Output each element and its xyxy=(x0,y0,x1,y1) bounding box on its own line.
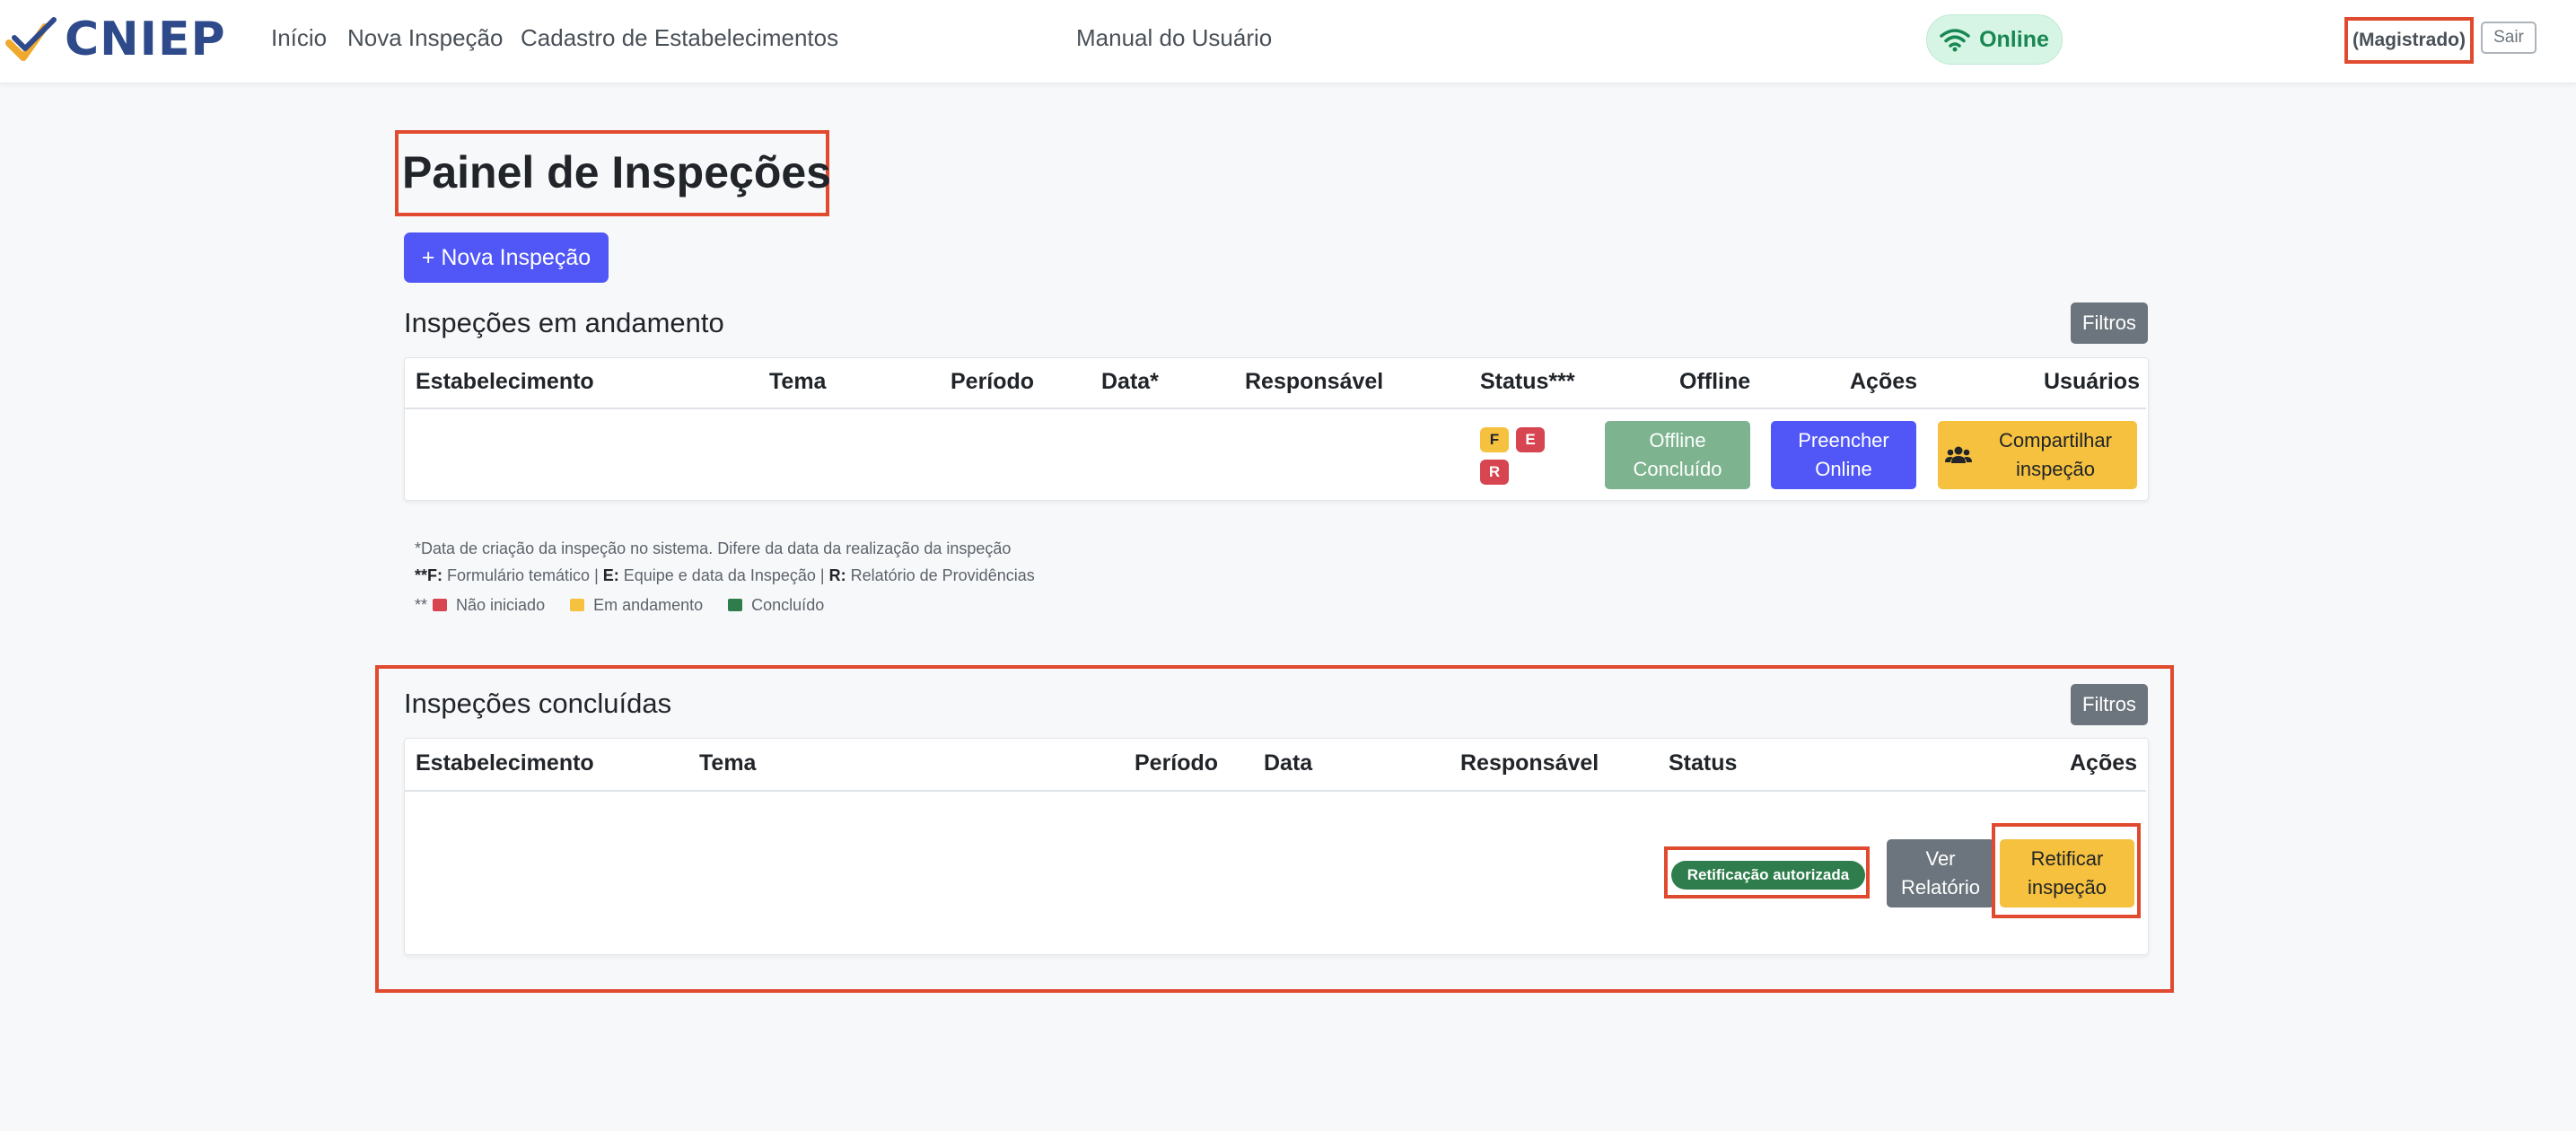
note-text-e: Equipe e data da Inspeção | xyxy=(618,566,829,584)
completed-header-status: Status xyxy=(1669,750,1738,776)
ongoing-section-title: Inspeções em andamento xyxy=(404,307,724,338)
completed-header-estabelecimento: Estabelecimento xyxy=(416,750,594,776)
ongoing-filter-button[interactable]: Filtros xyxy=(2071,302,2148,344)
top-navbar: CNIEP Início Nova Inspeção Cadastro de E… xyxy=(0,0,2576,83)
ongoing-header-estabelecimento: Estabelecimento xyxy=(416,369,594,394)
completed-header-tema: Tema xyxy=(699,750,757,776)
wifi-icon xyxy=(1940,29,1970,52)
completed-header-divider xyxy=(405,790,2146,792)
new-inspection-button[interactable]: + Nova Inspeção xyxy=(404,232,609,283)
ongoing-header-responsavel: Responsável xyxy=(1245,369,1384,394)
view-report-button[interactable]: Ver Relatório xyxy=(1887,839,1994,907)
note-key-f: F: xyxy=(427,566,443,584)
nav-link-cadastro-estabelecimentos[interactable]: Cadastro de Estabelecimentos xyxy=(521,22,838,54)
completed-header-data: Data xyxy=(1264,750,1313,776)
completed-section-title: Inspeções concluídas xyxy=(404,688,672,719)
legend-completed: Concluído xyxy=(751,596,825,614)
ongoing-header-periodo: Período xyxy=(951,369,1035,394)
logout-button[interactable]: Sair xyxy=(2481,22,2537,54)
legend-not-started: Não iniciado xyxy=(456,596,546,614)
status-badge-e: E xyxy=(1516,427,1545,452)
note-text-r: Relatório de Providências xyxy=(846,566,1035,584)
ongoing-header-tema: Tema xyxy=(769,369,827,394)
share-inspection-button[interactable]: Compartilhar inspeção xyxy=(1938,421,2137,489)
rectify-inspection-button[interactable]: Retificar inspeção xyxy=(2000,839,2134,907)
completed-filter-button[interactable]: Filtros xyxy=(2071,684,2148,725)
completed-header-acoes: Ações xyxy=(2070,750,2138,776)
users-icon xyxy=(1945,446,1972,463)
share-inspection-label: Compartilhar inspeção xyxy=(1999,429,2112,480)
note-text-f: Formulário temático | xyxy=(442,566,603,584)
offline-completed-button[interactable]: Offline Concluído xyxy=(1605,421,1750,489)
note-color-legend: ** Não iniciado Em andamento Concluído xyxy=(415,594,824,616)
note-status-keys: **F: Formulário temático | E: Equipe e d… xyxy=(415,565,1035,586)
user-role-label: (Magistrado) xyxy=(2344,17,2474,64)
fill-online-button[interactable]: Preencher Online xyxy=(1771,421,1916,489)
ongoing-header-acoes: Ações xyxy=(1850,369,1918,394)
rectification-authorized-badge: Retificação autorizada xyxy=(1671,861,1865,890)
connection-status-label: Online xyxy=(1979,26,2049,52)
nav-link-inicio[interactable]: Início xyxy=(271,22,327,54)
legend-swatch-red xyxy=(433,599,448,611)
completed-header-periodo: Período xyxy=(1135,750,1219,776)
legend-swatch-yellow xyxy=(570,599,585,611)
ongoing-header-divider xyxy=(405,408,2146,409)
ongoing-header-offline: Offline xyxy=(1679,369,1751,394)
brand-logo[interactable]: CNIEP xyxy=(5,13,226,66)
status-badge-f: F xyxy=(1480,427,1509,452)
status-badge-r: R xyxy=(1480,460,1509,485)
note-keys-prefix: ** xyxy=(415,566,428,584)
legend-prefix: ** xyxy=(415,596,428,614)
legend-in-progress: Em andamento xyxy=(593,596,704,614)
page-title: Painel de Inspeções xyxy=(402,147,831,197)
note-date-explanation: *Data de criação da inspeção no sistema.… xyxy=(415,539,1012,557)
ongoing-header-data: Data* xyxy=(1101,369,1159,394)
note-key-e: E: xyxy=(602,566,619,584)
brand-name: CNIEP xyxy=(65,13,226,66)
ongoing-header-status: Status*** xyxy=(1480,369,1575,394)
checkmark-logo-icon xyxy=(5,17,57,61)
completed-header-responsavel: Responsável xyxy=(1460,750,1599,776)
note-key-r: R: xyxy=(828,566,846,584)
nav-link-nova-inspecao[interactable]: Nova Inspeção xyxy=(347,22,503,54)
connection-status-badge: Online xyxy=(1926,14,2063,65)
legend-swatch-green xyxy=(728,599,743,611)
nav-link-manual-usuario[interactable]: Manual do Usuário xyxy=(1076,22,1272,54)
ongoing-header-usuarios: Usuários xyxy=(2044,369,2140,394)
